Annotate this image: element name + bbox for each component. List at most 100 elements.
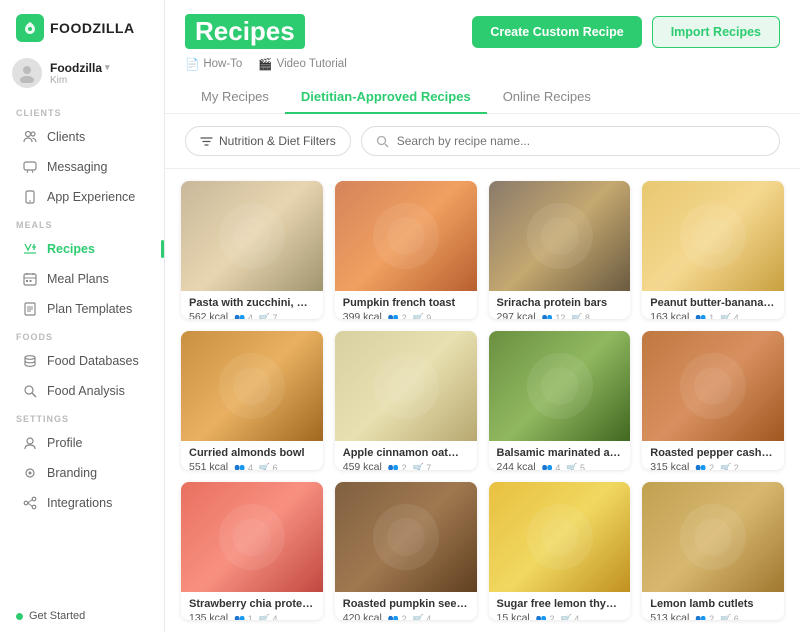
search-input[interactable] [397, 134, 765, 148]
food-databases-icon [22, 353, 38, 369]
cart-icon: 🛒 2 [720, 463, 739, 469]
section-settings: SETTINGS [0, 406, 164, 428]
recipe-info: Roasted pumpkin seeds 420 kcal 👥 2 🛒 4 F… [335, 592, 477, 620]
sidebar-label-food-databases: Food Databases [47, 354, 139, 368]
header-links: 📄 How-To 🎬 Video Tutorial [185, 57, 780, 71]
recipe-card[interactable]: Sriracha protein bars 297 kcal 👥 12 🛒 8 … [489, 181, 631, 319]
sidebar-label-food-analysis: Food Analysis [47, 384, 125, 398]
nutrition-filter-button[interactable]: Nutrition & Diet Filters [185, 126, 351, 156]
sidebar-item-plan-templates[interactable]: Plan Templates [6, 294, 158, 324]
filter-icon [200, 135, 213, 148]
recipe-meta: 244 kcal 👥 4 🛒 5 [497, 461, 623, 469]
video-tutorial-link[interactable]: 🎬 Video Tutorial [258, 57, 346, 71]
recipe-card[interactable]: Roasted pepper cashews 315 kcal 👥 2 🛒 2 … [642, 331, 784, 469]
sidebar-item-recipes[interactable]: Recipes [6, 234, 158, 264]
recipe-info: Peanut butter-banana ci... 163 kcal 👥 1 … [642, 291, 784, 319]
recipe-info: Balsamic marinated asp... 244 kcal 👥 4 🛒… [489, 441, 631, 469]
recipe-meta: 135 kcal 👥 1 🛒 4 [189, 612, 315, 620]
recipe-kcal: 562 kcal [189, 311, 228, 319]
filter-label: Nutrition & Diet Filters [219, 134, 336, 148]
recipe-info: Curried almonds bowl 551 kcal 👥 4 🛒 6 F … [181, 441, 323, 469]
recipe-image [489, 482, 631, 592]
recipe-meta: 459 kcal 👥 2 🛒 7 [343, 461, 469, 469]
servings-icon: 👥 4 [234, 463, 253, 469]
recipe-name: Lemon lamb cutlets [650, 598, 776, 610]
messaging-icon [22, 159, 38, 175]
import-recipes-button[interactable]: Import Recipes [652, 16, 780, 48]
logo-text: FOODZILLA [50, 20, 135, 36]
recipe-kcal: 513 kcal [650, 612, 689, 620]
food-analysis-icon [22, 383, 38, 399]
sidebar-item-messaging[interactable]: Messaging [6, 152, 158, 182]
recipe-kcal: 163 kcal [650, 311, 689, 319]
tab-dietitian-approved[interactable]: Dietitian-Approved Recipes [285, 81, 487, 114]
recipe-info: Pasta with zucchini, mint... 562 kcal 👥 … [181, 291, 323, 319]
servings-icon: 👥 2 [388, 614, 407, 620]
recipe-meta: 15 kcal 👥 2 🛒 4 [497, 612, 623, 620]
user-sub-label: Kim [50, 75, 152, 86]
logo[interactable]: FOODZILLA [0, 0, 164, 52]
recipe-card[interactable]: Curried almonds bowl 551 kcal 👥 4 🛒 6 F … [181, 331, 323, 469]
sidebar-item-food-databases[interactable]: Food Databases [6, 346, 158, 376]
cart-icon: 🛒 5 [566, 463, 585, 469]
recipes-icon [22, 241, 38, 257]
cart-icon: 🛒 6 [720, 614, 739, 620]
sidebar-label-meal-plans: Meal Plans [47, 272, 109, 286]
user-profile[interactable]: Foodzilla ▾ Kim [0, 52, 164, 100]
sidebar-label-profile: Profile [47, 436, 82, 450]
recipe-card[interactable]: Apple cinnamon oatmeal 459 kcal 👥 2 🛒 7 … [335, 331, 477, 469]
recipe-info: Sriracha protein bars 297 kcal 👥 12 🛒 8 … [489, 291, 631, 319]
sidebar-item-profile[interactable]: Profile [6, 428, 158, 458]
recipe-card[interactable]: Sugar free lemon thyme ... 15 kcal 👥 2 🛒… [489, 482, 631, 620]
tab-online-recipes[interactable]: Online Recipes [487, 81, 607, 114]
recipe-image [489, 181, 631, 291]
user-info: Foodzilla ▾ Kim [50, 61, 152, 86]
create-recipe-button[interactable]: Create Custom Recipe [472, 16, 641, 48]
recipe-card[interactable]: Lemon lamb cutlets 513 kcal 👥 2 🛒 6 F - … [642, 482, 784, 620]
recipe-card[interactable]: Pasta with zucchini, mint... 562 kcal 👥 … [181, 181, 323, 319]
sidebar-item-meal-plans[interactable]: Meal Plans [6, 264, 158, 294]
sidebar-item-integrations[interactable]: Integrations [6, 488, 158, 518]
recipe-meta: 551 kcal 👥 4 🛒 6 [189, 461, 315, 469]
recipe-meta: 399 kcal 👥 2 🛒 9 [343, 311, 469, 319]
recipe-image [335, 181, 477, 291]
sidebar-item-clients[interactable]: Clients [6, 122, 158, 152]
how-to-link[interactable]: 📄 How-To [185, 57, 242, 71]
recipe-card[interactable]: Roasted pumpkin seeds 420 kcal 👥 2 🛒 4 F… [335, 482, 477, 620]
cart-icon: 🛒 7 [259, 313, 278, 319]
tab-my-recipes[interactable]: My Recipes [185, 81, 285, 114]
recipe-info: Apple cinnamon oatmeal 459 kcal 👥 2 🛒 7 … [335, 441, 477, 469]
get-started-button[interactable]: Get Started [0, 600, 164, 632]
sidebar-item-branding[interactable]: Branding [6, 458, 158, 488]
search-box[interactable] [361, 126, 780, 156]
chevron-down-icon: ▾ [105, 62, 110, 73]
recipe-name: Apple cinnamon oatmeal [343, 447, 469, 459]
recipe-card[interactable]: Peanut butter-banana ci... 163 kcal 👥 1 … [642, 181, 784, 319]
recipe-info: Sugar free lemon thyme ... 15 kcal 👥 2 🛒… [489, 592, 631, 620]
video-icon: 🎬 [258, 57, 272, 71]
recipe-card[interactable]: Balsamic marinated asp... 244 kcal 👥 4 🛒… [489, 331, 631, 469]
servings-icon: 👥 4 [234, 313, 253, 319]
cart-icon: 🛒 6 [259, 463, 278, 469]
recipe-info: Lemon lamb cutlets 513 kcal 👥 2 🛒 6 F - … [642, 592, 784, 620]
recipe-kcal: 135 kcal [189, 612, 228, 620]
recipe-card[interactable]: Pumpkin french toast 399 kcal 👥 2 🛒 9 F … [335, 181, 477, 319]
recipe-kcal: 459 kcal [343, 461, 382, 469]
sidebar-label-clients: Clients [47, 130, 85, 144]
servings-icon: 👥 2 [388, 463, 407, 469]
sidebar-item-food-analysis[interactable]: Food Analysis [6, 376, 158, 406]
sidebar-item-app-experience[interactable]: App Experience [6, 182, 158, 212]
recipe-name: Roasted pumpkin seeds [343, 598, 469, 610]
servings-icon: 👥 1 [695, 313, 714, 319]
recipe-name: Pumpkin french toast [343, 297, 469, 309]
header-actions: Create Custom Recipe Import Recipes [472, 16, 780, 48]
main-header: Recipes Create Custom Recipe Import Reci… [165, 0, 800, 114]
recipe-card[interactable]: Strawberry chia protein ... 135 kcal 👥 1… [181, 482, 323, 620]
recipe-image [489, 331, 631, 441]
sidebar-label-app-experience: App Experience [47, 190, 135, 204]
branding-icon [22, 465, 38, 481]
recipe-image [642, 331, 784, 441]
cart-icon: 🛒 8 [571, 313, 590, 319]
servings-icon: 👥 2 [536, 614, 555, 620]
logo-icon [16, 14, 44, 42]
